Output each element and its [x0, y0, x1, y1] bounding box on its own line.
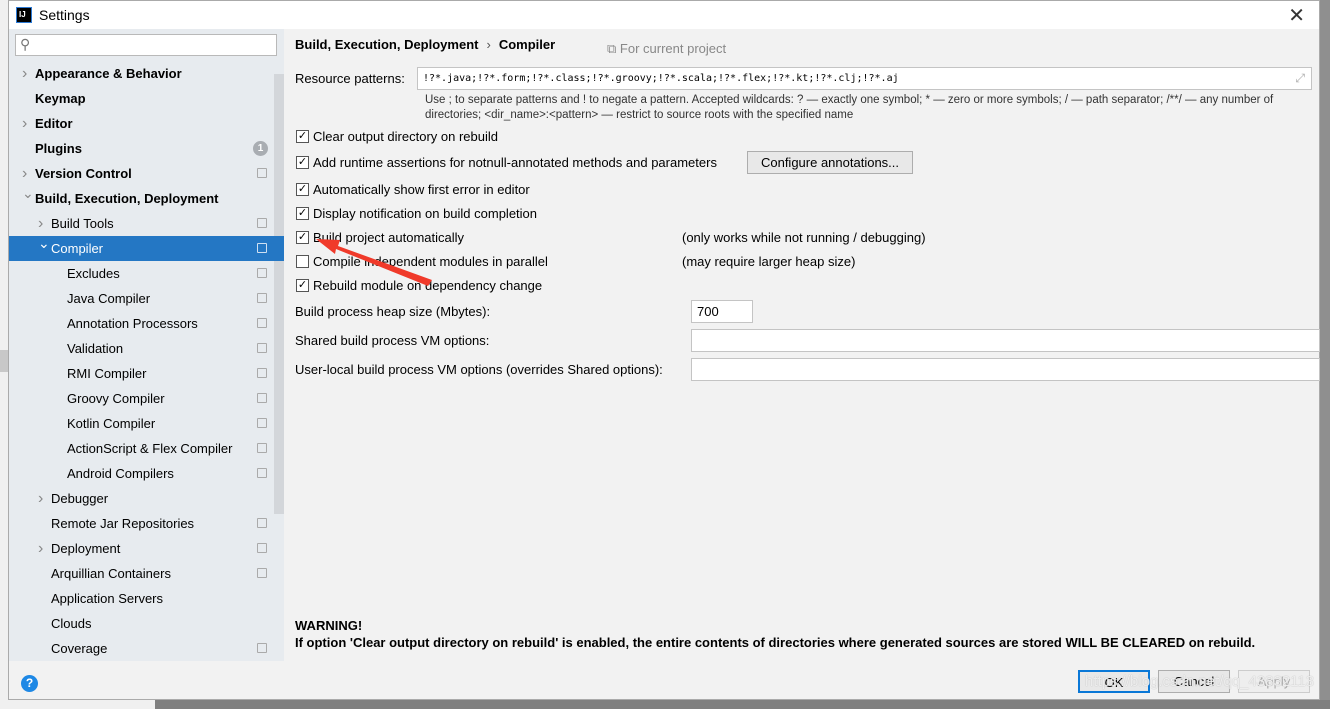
annotation-arrow [316, 239, 432, 286]
